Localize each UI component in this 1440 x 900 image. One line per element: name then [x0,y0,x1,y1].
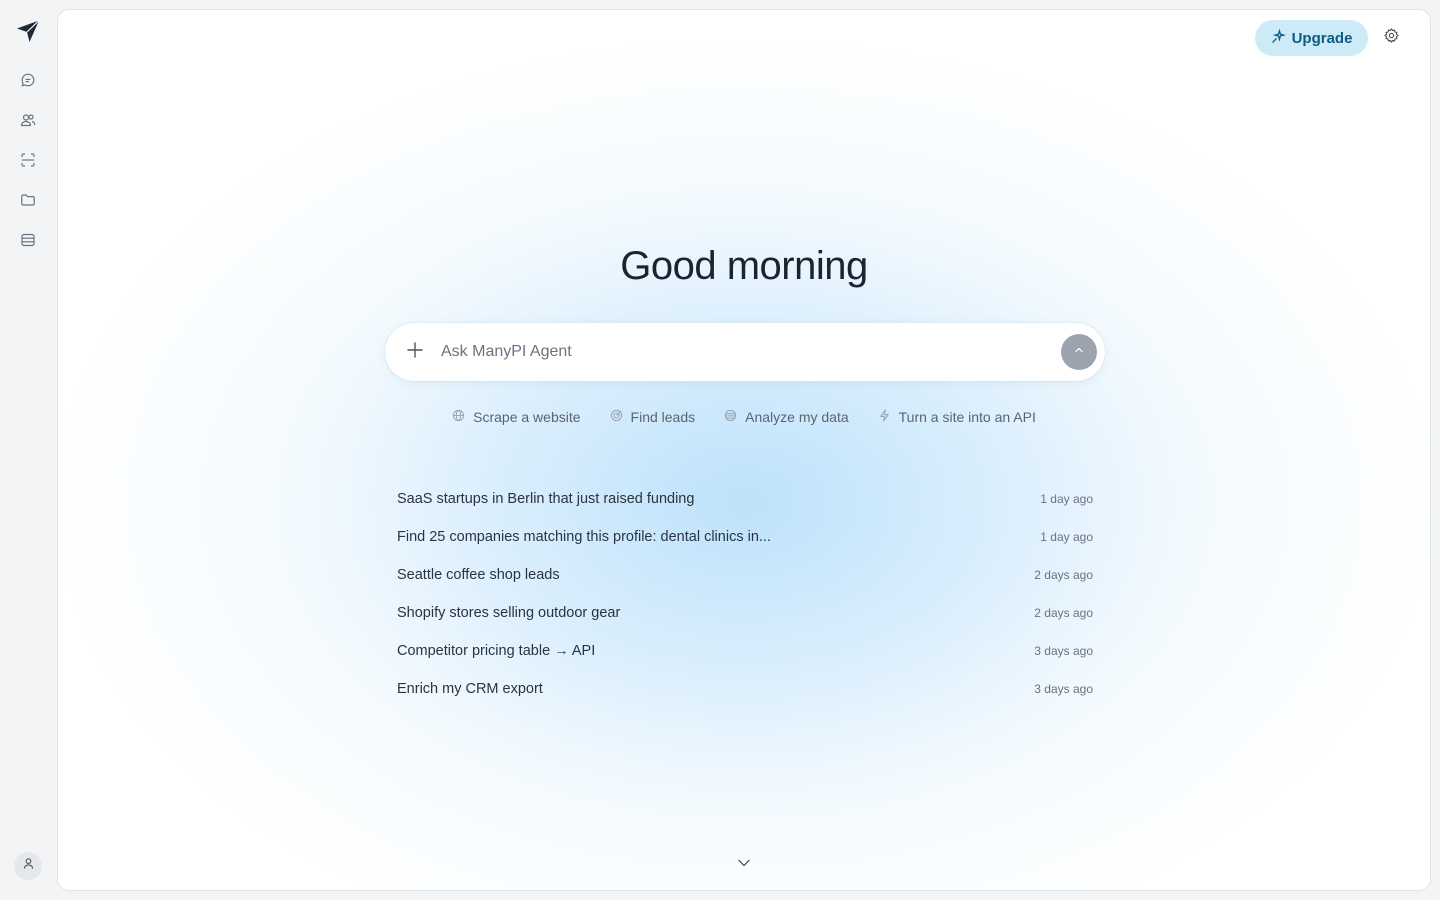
recent-item-time: 1 day ago [1040,530,1093,544]
sidebar-item-chats[interactable] [14,68,42,96]
suggestion-label: Analyze my data [745,409,849,425]
database-icon [724,409,737,425]
sidebar-item-scraper[interactable] [14,148,42,176]
background-glow [58,10,1430,890]
database-icon [20,232,36,253]
suggestion-find-leads[interactable]: Find leads [610,407,696,427]
recent-item-time: 3 days ago [1034,682,1093,696]
user-avatar-button[interactable] [14,852,42,880]
scroll-down-button[interactable] [736,857,752,873]
prompt-input[interactable] [441,337,1041,367]
arrow-up-icon [1073,343,1085,361]
recent-conversations: SaaS startups in Berlin that just raised… [397,480,1093,708]
suggestion-label: Turn a site into an API [898,409,1036,425]
recent-item-title: Seattle coffee shop leads [397,567,560,583]
scan-icon [20,152,36,173]
recent-item-title: Enrich my CRM export [397,681,543,697]
suggestion-scrape-website[interactable]: Scrape a website [452,407,581,427]
upgrade-button[interactable]: Upgrade [1255,20,1368,56]
recent-item-time: 1 day ago [1040,492,1093,506]
recent-item[interactable]: Shopify stores selling outdoor gear 2 da… [397,594,1093,632]
sidebar-item-people[interactable] [14,108,42,136]
sidebar-item-files[interactable] [14,188,42,216]
suggestion-analyze-data[interactable]: Analyze my data [724,407,849,427]
sparkle-icon [1271,27,1286,48]
plus-icon [406,341,424,364]
user-icon [22,857,35,875]
users-icon [20,112,36,133]
prompt-composer [385,323,1105,381]
suggestion-label: Find leads [630,409,696,425]
recent-item[interactable]: Enrich my CRM export 3 days ago [397,670,1093,708]
greeting-heading: Good morning [620,244,868,288]
sidebar-rail [0,0,56,900]
chevron-down-icon [737,856,751,875]
recent-item-time: 3 days ago [1034,644,1093,658]
sidebar-item-data[interactable] [14,228,42,256]
recent-item-title: Competitor pricing table → API [397,643,596,659]
bolt-icon [878,409,891,425]
settings-button[interactable] [1380,27,1402,49]
upgrade-label: Upgrade [1291,29,1353,47]
recent-item[interactable]: Find 25 companies matching this profile:… [397,518,1093,556]
attach-button[interactable] [403,340,427,364]
recent-item-time: 2 days ago [1034,606,1093,620]
globe-icon [452,409,465,425]
gear-icon [1383,27,1400,49]
suggestion-site-to-api[interactable]: Turn a site into an API [878,407,1036,427]
recent-item[interactable]: Competitor pricing table → API 3 days ag… [397,632,1093,670]
recent-item-time: 2 days ago [1034,568,1093,582]
recent-item[interactable]: Seattle coffee shop leads 2 days ago [397,556,1093,594]
recent-item-title: Find 25 companies matching this profile:… [397,529,771,545]
paper-plane-icon[interactable] [16,19,40,43]
suggestion-label: Scrape a website [473,409,581,425]
recent-item[interactable]: SaaS startups in Berlin that just raised… [397,480,1093,518]
recent-item-title: Shopify stores selling outdoor gear [397,605,621,621]
folder-icon [20,192,36,213]
recent-item-title: SaaS startups in Berlin that just raised… [397,491,695,507]
main-panel: Upgrade Good morning Ask ManyPI Agent Sc… [57,9,1431,891]
chat-bubble-icon [20,72,36,93]
send-button[interactable] [1061,334,1097,370]
target-icon [610,409,623,425]
suggestion-chips: Scrape a website Find leads Analyze my d… [58,407,1430,427]
